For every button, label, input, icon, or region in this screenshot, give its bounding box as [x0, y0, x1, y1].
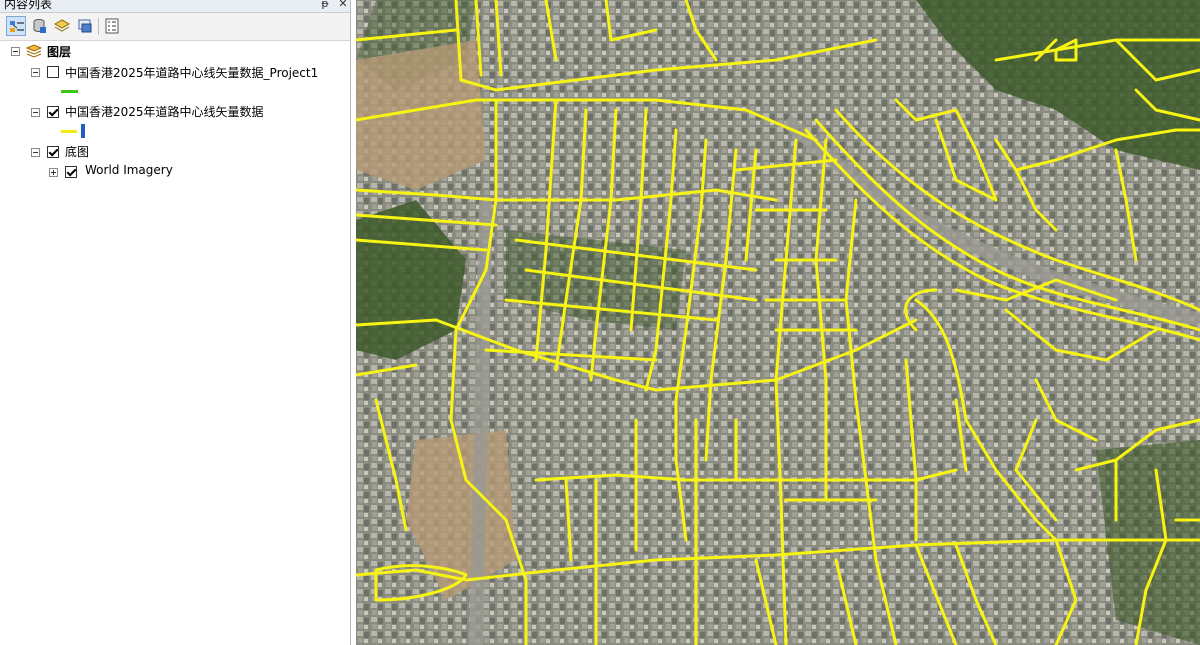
basemap-group-collapse-toggle[interactable]	[31, 148, 40, 157]
layers-root-label[interactable]: 图层	[47, 43, 71, 60]
map-view[interactable]	[356, 0, 1200, 645]
layer-2-collapse-toggle[interactable]	[31, 108, 40, 117]
options-icon[interactable]	[102, 16, 122, 36]
layer-1-visibility-checkbox[interactable]	[47, 66, 59, 78]
map-canvas[interactable]	[356, 0, 1200, 645]
table-of-contents-panel: 内容列表 ᵽ ✕ 图层 中国香港2025年道路中心线矢量数据_Project1 …	[0, 0, 351, 645]
world-imagery-visibility-checkbox[interactable]	[65, 166, 77, 178]
layers-stack-icon	[25, 44, 43, 58]
layer-1-label[interactable]: 中国香港2025年道路中心线矢量数据_Project1	[65, 64, 318, 81]
pin-icon[interactable]: ᵽ	[318, 0, 332, 11]
layer-2-label[interactable]: 中国香港2025年道路中心线矢量数据	[65, 103, 264, 120]
world-imagery-label[interactable]: World Imagery	[85, 163, 173, 177]
layer-1-line-symbol[interactable]	[61, 90, 78, 93]
list-by-source-icon[interactable]	[29, 16, 49, 36]
toc-toolbar	[0, 13, 350, 41]
list-by-selection-icon[interactable]	[75, 16, 95, 36]
toc-title: 内容列表	[4, 0, 53, 11]
list-by-visibility-icon[interactable]	[52, 16, 72, 36]
layer-1-collapse-toggle[interactable]	[31, 68, 40, 77]
close-icon[interactable]: ✕	[336, 0, 350, 11]
list-by-drawing-order-icon[interactable]	[6, 16, 26, 36]
basemap-group-visibility-checkbox[interactable]	[47, 146, 59, 158]
basemap-group-label[interactable]: 底图	[65, 143, 89, 160]
toc-title-bar: 内容列表 ᵽ ✕	[0, 0, 350, 13]
toolbar-separator	[98, 18, 99, 35]
world-imagery-expand-toggle[interactable]	[49, 168, 58, 177]
layer-2-symbol-accent	[81, 124, 85, 138]
layer-2-visibility-checkbox[interactable]	[47, 106, 59, 118]
layers-root-collapse-toggle[interactable]	[11, 47, 20, 56]
layer-2-line-symbol[interactable]	[61, 130, 77, 133]
